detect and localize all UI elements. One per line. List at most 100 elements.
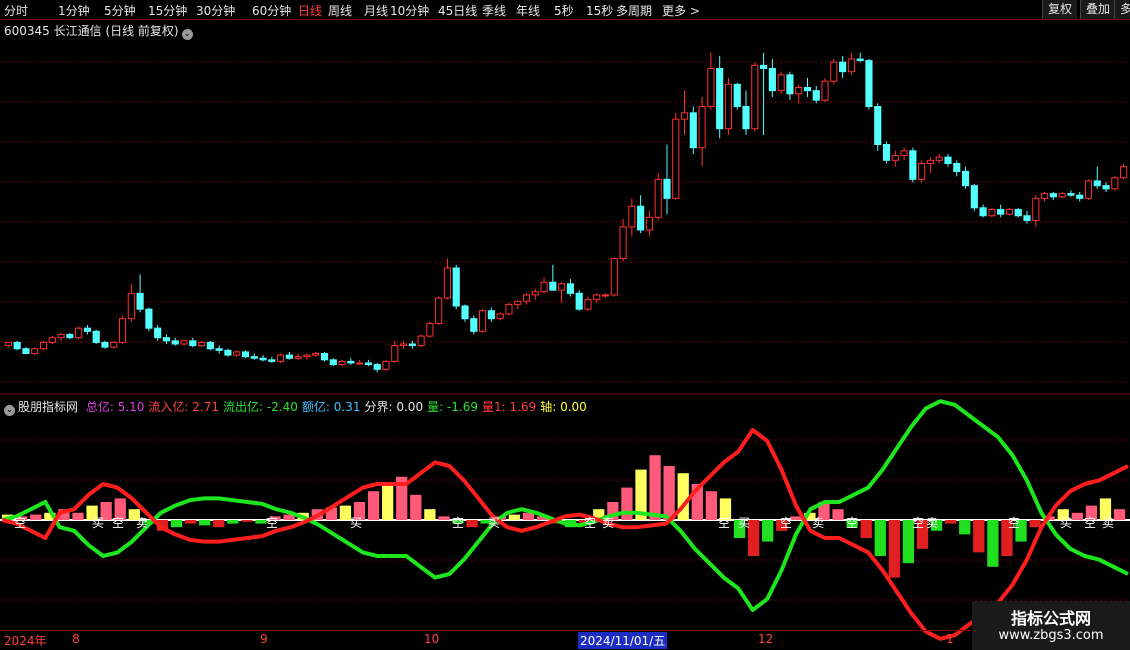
candle-body <box>31 348 39 354</box>
candle-body <box>751 64 759 130</box>
candle-body <box>1120 166 1128 179</box>
candle-body <box>680 112 689 120</box>
candle-body <box>496 313 504 320</box>
candle-body <box>1067 193 1075 196</box>
candle-body <box>522 294 531 302</box>
candle-body <box>988 208 996 217</box>
candle-body <box>426 322 434 337</box>
candle-body <box>1076 194 1084 199</box>
candle-body <box>391 345 399 362</box>
candle-body <box>118 318 127 343</box>
candle-body <box>303 354 311 358</box>
candle-body <box>48 337 56 343</box>
candle-body <box>645 216 653 231</box>
candle-body <box>470 318 478 332</box>
candle-body <box>22 348 30 354</box>
candle-body <box>874 106 882 145</box>
candle-body <box>1023 215 1031 221</box>
flow-bar <box>184 520 197 524</box>
candle-body <box>540 281 548 293</box>
signal-label: 卖 <box>1102 516 1114 530</box>
candle-body <box>417 335 425 347</box>
candle-body <box>39 341 48 350</box>
candle-body <box>935 156 943 161</box>
candle-body <box>821 80 829 101</box>
candle-body <box>795 87 803 95</box>
candle-body <box>83 327 91 332</box>
candle-body <box>241 351 250 358</box>
candle-body <box>707 68 715 107</box>
candle-body <box>1032 197 1040 221</box>
watermark-url: www.zbgs3.com <box>998 628 1104 643</box>
flow-bar <box>888 520 900 578</box>
flow-bar <box>508 514 520 520</box>
candle-body <box>619 226 627 259</box>
candle-body <box>584 299 592 310</box>
candle-body <box>57 334 65 339</box>
flow-bar <box>649 455 661 520</box>
flow-bar <box>227 520 239 524</box>
flow-bar <box>959 520 971 535</box>
candle-body <box>786 74 794 95</box>
flow-bar <box>438 516 450 520</box>
flow-bar <box>466 520 478 528</box>
candle-body <box>162 337 171 342</box>
candle-body <box>435 297 443 324</box>
flow-bar <box>621 487 633 520</box>
candle-body <box>329 359 337 366</box>
flow-bar <box>424 509 436 520</box>
candle-body <box>1084 180 1093 199</box>
candle-body <box>4 341 12 347</box>
candle-body <box>1093 180 1101 187</box>
candle-body <box>575 292 583 310</box>
date-label-5: 12 <box>758 632 774 646</box>
candle-body <box>1014 208 1022 217</box>
candle-body <box>13 341 21 350</box>
candle-body <box>663 178 671 199</box>
date-label-3: 10 <box>424 632 440 646</box>
candle-body <box>724 83 733 130</box>
candle-body <box>654 178 662 218</box>
candle-body <box>847 58 855 73</box>
candle-body <box>698 106 706 149</box>
signal-label: 空 <box>846 516 858 530</box>
candle-body <box>1102 185 1110 190</box>
candle-body <box>768 68 776 92</box>
candle-body <box>812 90 820 101</box>
candle-body <box>716 68 724 130</box>
flow-bar <box>705 491 718 520</box>
signal-label: 买 <box>738 516 750 530</box>
candle-body <box>338 360 346 366</box>
candle-body <box>320 353 329 361</box>
flow-bar <box>860 520 872 538</box>
candle-body <box>66 334 74 339</box>
date-label-6: 1 <box>946 632 954 646</box>
candle-body <box>206 341 214 350</box>
candle-body <box>566 283 574 294</box>
candle-body <box>1041 193 1049 199</box>
candle-body <box>689 112 697 149</box>
flow-bar <box>1029 520 1041 528</box>
watermark: 指标公式网 www.zbgs3.com <box>972 601 1130 650</box>
candle-body <box>505 303 513 315</box>
signal-label: 空 <box>780 516 792 530</box>
flow-bar <box>1071 512 1083 520</box>
signal-label: 买 <box>1060 516 1072 530</box>
date-label-2: 9 <box>260 632 268 646</box>
flow-bar <box>945 520 957 524</box>
candle-body <box>882 144 891 161</box>
candle-body <box>189 340 197 347</box>
candle-body <box>479 310 487 332</box>
date-axis: 2024年 8 9 10 2024/11/01/五 12 1 <box>0 630 1130 649</box>
candle-body <box>558 283 566 291</box>
candle-body <box>312 353 320 356</box>
candle-body <box>593 294 601 301</box>
flow-bar <box>832 509 844 520</box>
candle-body <box>742 106 750 130</box>
candle-body <box>918 163 926 180</box>
candle-body <box>452 267 460 307</box>
candle-body <box>979 207 987 217</box>
candle-body <box>926 159 934 164</box>
candle-body <box>953 163 961 172</box>
candle-body <box>364 362 372 366</box>
